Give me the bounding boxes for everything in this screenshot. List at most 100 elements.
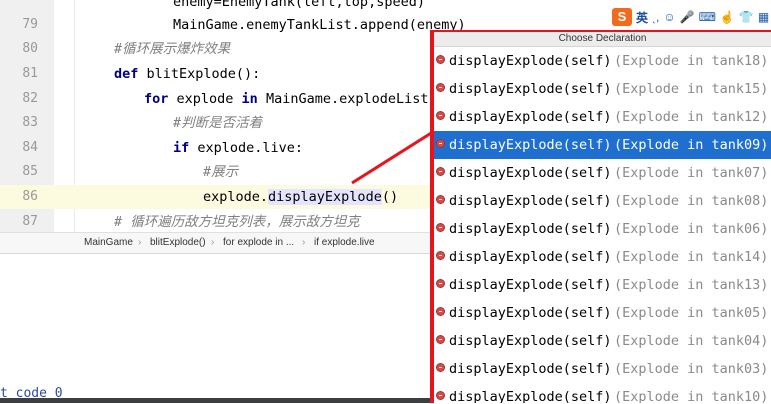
method-icon [436,391,445,400]
code-text: for explode in MainGame.explodeList: [144,87,437,111]
punctuation-icon[interactable]: ˎ, [652,10,659,24]
declaration-location: (Explode in tank05) [614,305,769,321]
declaration-name: displayExplode(self) [449,249,612,265]
declaration-location: (Explode in tank15) [614,81,769,97]
ime-toolbar[interactable]: S 英 ˎ, ☺ 🎤 ⌨ ☝ 👕 ▦ [612,6,769,28]
method-icon [436,83,445,92]
declaration-name: displayExplode(self) [449,389,612,403]
code-token: #展示 [203,164,239,180]
code-text: # 循环遍历敌方坦克列表，展示敌方坦克 [114,210,360,232]
breadcrumb-separator: › [302,237,306,248]
code-token: if [173,140,198,156]
code-token: #判断是否活着 [173,115,263,131]
declaration-item[interactable]: displayExplode(self) (Explode in tank09) [434,131,771,159]
line-number: 86 [22,189,38,204]
declaration-item[interactable]: displayExplode(self) (Explode in tank18) [434,47,771,75]
keyboard-icon[interactable]: ⌨ [699,10,716,24]
breadcrumb-item-if[interactable]: if explode.live [314,237,375,248]
code-token: MainGame.explodeList: [265,91,437,107]
declaration-name: displayExplode(self) [449,305,612,321]
popup-title: Choose Declaration [434,32,771,47]
code-token: for [144,91,177,107]
line-number: 85 [22,164,38,179]
code-token: () [381,189,399,205]
breadcrumb-separator: › [138,237,142,248]
code-text: enemy=EnemyTank(left,top,speed) [173,0,425,14]
method-icon [436,223,445,232]
line-number: 80 [22,41,38,56]
declaration-location: (Explode in tank13) [614,277,769,293]
code-token: #循环展示爆炸效果 [114,41,231,57]
declaration-item[interactable]: displayExplode(self) (Explode in tank10) [434,383,771,403]
breadcrumb-item-function[interactable]: blitExplode() [150,237,206,248]
declaration-name: displayExplode(self) [449,53,612,69]
declaration-name: displayExplode(self) [449,277,612,293]
code-token: enemy=EnemyTank(left,top,speed) [173,0,425,10]
declaration-item[interactable]: displayExplode(self) (Explode in tank05) [434,299,771,327]
declaration-name: displayExplode(self) [449,137,612,153]
hand-icon[interactable]: ☝ [720,10,735,24]
grid-icon[interactable]: ▦ [758,10,769,24]
method-icon [436,139,445,148]
method-icon [436,335,445,344]
code-token: (): [235,66,261,82]
ime-language-toggle[interactable]: 英 [636,9,648,26]
declaration-location: (Explode in tank03) [614,361,769,377]
shirt-icon[interactable]: 👕 [739,10,754,24]
declaration-item[interactable]: displayExplode(self) (Explode in tank04) [434,327,771,355]
code-text: #循环展示爆炸效果 [114,37,230,61]
method-icon [436,363,445,372]
line-number: 79 [22,17,38,32]
code-token: displayExplode [268,189,382,205]
declaration-item[interactable]: displayExplode(self) (Explode in tank15) [434,75,771,103]
declaration-item[interactable]: displayExplode(self) (Explode in tank06) [434,215,771,243]
declaration-location: (Explode in tank09) [614,137,769,153]
code-token: explode.live: [197,140,304,156]
code-token: in [241,91,266,107]
declaration-item[interactable]: displayExplode(self) (Explode in tank07) [434,159,771,187]
breadcrumb-item-class[interactable]: MainGame [84,237,133,248]
method-icon [436,279,445,288]
declaration-location: (Explode in tank06) [614,221,769,237]
sogou-logo-icon[interactable]: S [612,8,632,26]
declaration-item[interactable]: displayExplode(self) (Explode in tank03) [434,355,771,383]
line-number: 82 [22,91,38,106]
code-text: if explode.live: [173,136,303,160]
method-icon [436,251,445,260]
declaration-item[interactable]: displayExplode(self) (Explode in tank13) [434,271,771,299]
choose-declaration-popup[interactable]: Choose Declaration displayExplode(self)(… [430,30,771,403]
declaration-name: displayExplode(self) [449,333,612,349]
emoji-icon[interactable]: ☺ [663,10,675,24]
declaration-location: (Explode in tank18) [614,53,769,69]
code-text: #展示 [203,160,238,184]
line-number: 83 [22,115,38,130]
declaration-name: displayExplode(self) [449,361,612,377]
code-token: # 循环遍历敌方坦克列表，展示敌方坦克 [114,214,360,230]
declaration-name: displayExplode(self) [449,81,612,97]
declaration-location: (Explode in tank12) [614,109,769,125]
method-icon [436,55,445,64]
breadcrumb-separator: › [211,237,215,248]
declaration-location: (Explode in tank10) [614,389,769,403]
line-number: 81 [22,66,38,81]
declaration-item[interactable]: displayExplode(self) (Explode in tank08) [434,187,771,215]
breadcrumb-item-for[interactable]: for explode in ... [223,237,294,248]
code-token: blitExplode [146,66,236,82]
microphone-icon[interactable]: 🎤 [680,10,695,24]
declaration-name: displayExplode(self) [449,221,612,237]
declaration-location: (Explode in tank14) [614,249,769,265]
method-icon [436,111,445,120]
code-token: explode [176,91,242,107]
declaration-name: displayExplode(self) [449,165,612,181]
method-icon [436,167,445,176]
declaration-location: (Explode in tank08) [614,193,769,209]
declaration-item[interactable]: displayExplode(self) (Explode in tank14) [434,243,771,271]
code-token: explode. [203,189,269,205]
declaration-item[interactable]: displayExplode(self) (Explode in tank12) [434,103,771,131]
code-text: #判断是否活着 [173,111,262,135]
declaration-location: (Explode in tank07) [614,165,769,181]
declaration-name: displayExplode(self) [449,193,612,209]
declaration-location: (Explode in tank04) [614,333,769,349]
code-text: explode.displayExplode() [203,185,398,209]
code-token: def [114,66,147,82]
